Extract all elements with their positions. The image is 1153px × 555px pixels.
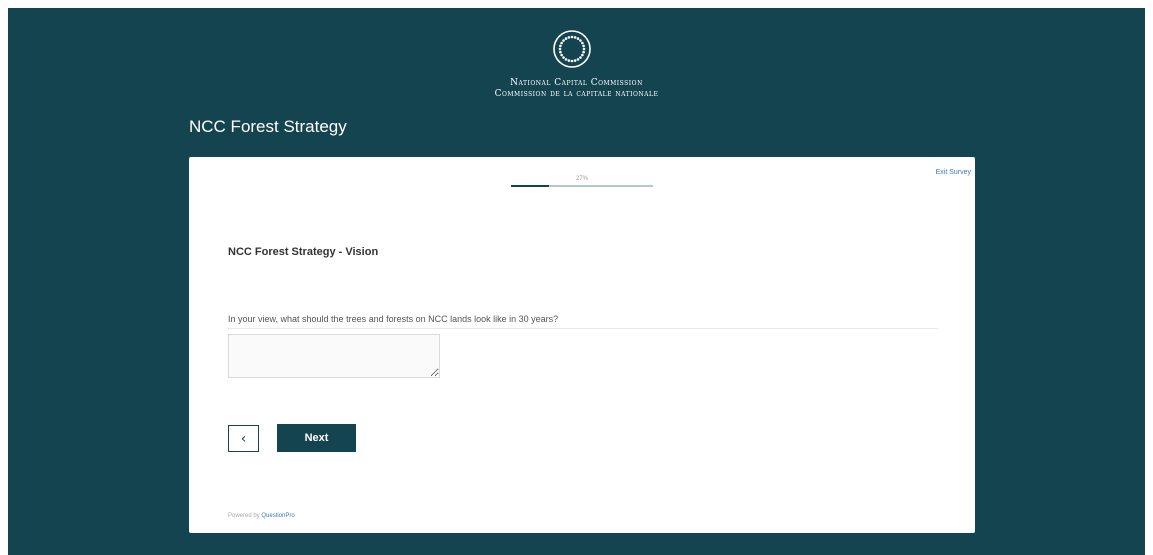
progress-track bbox=[511, 185, 653, 187]
next-button[interactable]: Next bbox=[277, 424, 356, 452]
question-text: In your view, what should the trees and … bbox=[228, 314, 938, 329]
powered-by-prefix: Powered by bbox=[228, 513, 260, 519]
section-title: NCC Forest Strategy - Vision bbox=[228, 246, 379, 258]
chevron-left-icon: ‹ bbox=[240, 430, 247, 447]
questionpro-link[interactable]: QuestionPro bbox=[261, 513, 294, 519]
survey-title: NCC Forest Strategy bbox=[189, 117, 347, 136]
org-name-french: Commission de la capitale nationale bbox=[494, 89, 659, 99]
progress-indicator: 27% bbox=[511, 175, 653, 187]
org-name-english: National Capital Commission bbox=[510, 78, 643, 88]
progress-label: 27% bbox=[575, 176, 588, 182]
ncc-circle-logo-icon bbox=[553, 30, 591, 68]
survey-card: 27% Exit Survey NCC Forest Strategy - Vi… bbox=[189, 157, 975, 533]
progress-fill bbox=[511, 185, 550, 187]
exit-survey-link[interactable]: Exit Survey bbox=[936, 169, 971, 176]
answer-textarea[interactable] bbox=[228, 334, 440, 378]
back-button[interactable]: ‹ bbox=[228, 425, 259, 452]
powered-by: Powered by QuestionPro bbox=[228, 513, 295, 519]
